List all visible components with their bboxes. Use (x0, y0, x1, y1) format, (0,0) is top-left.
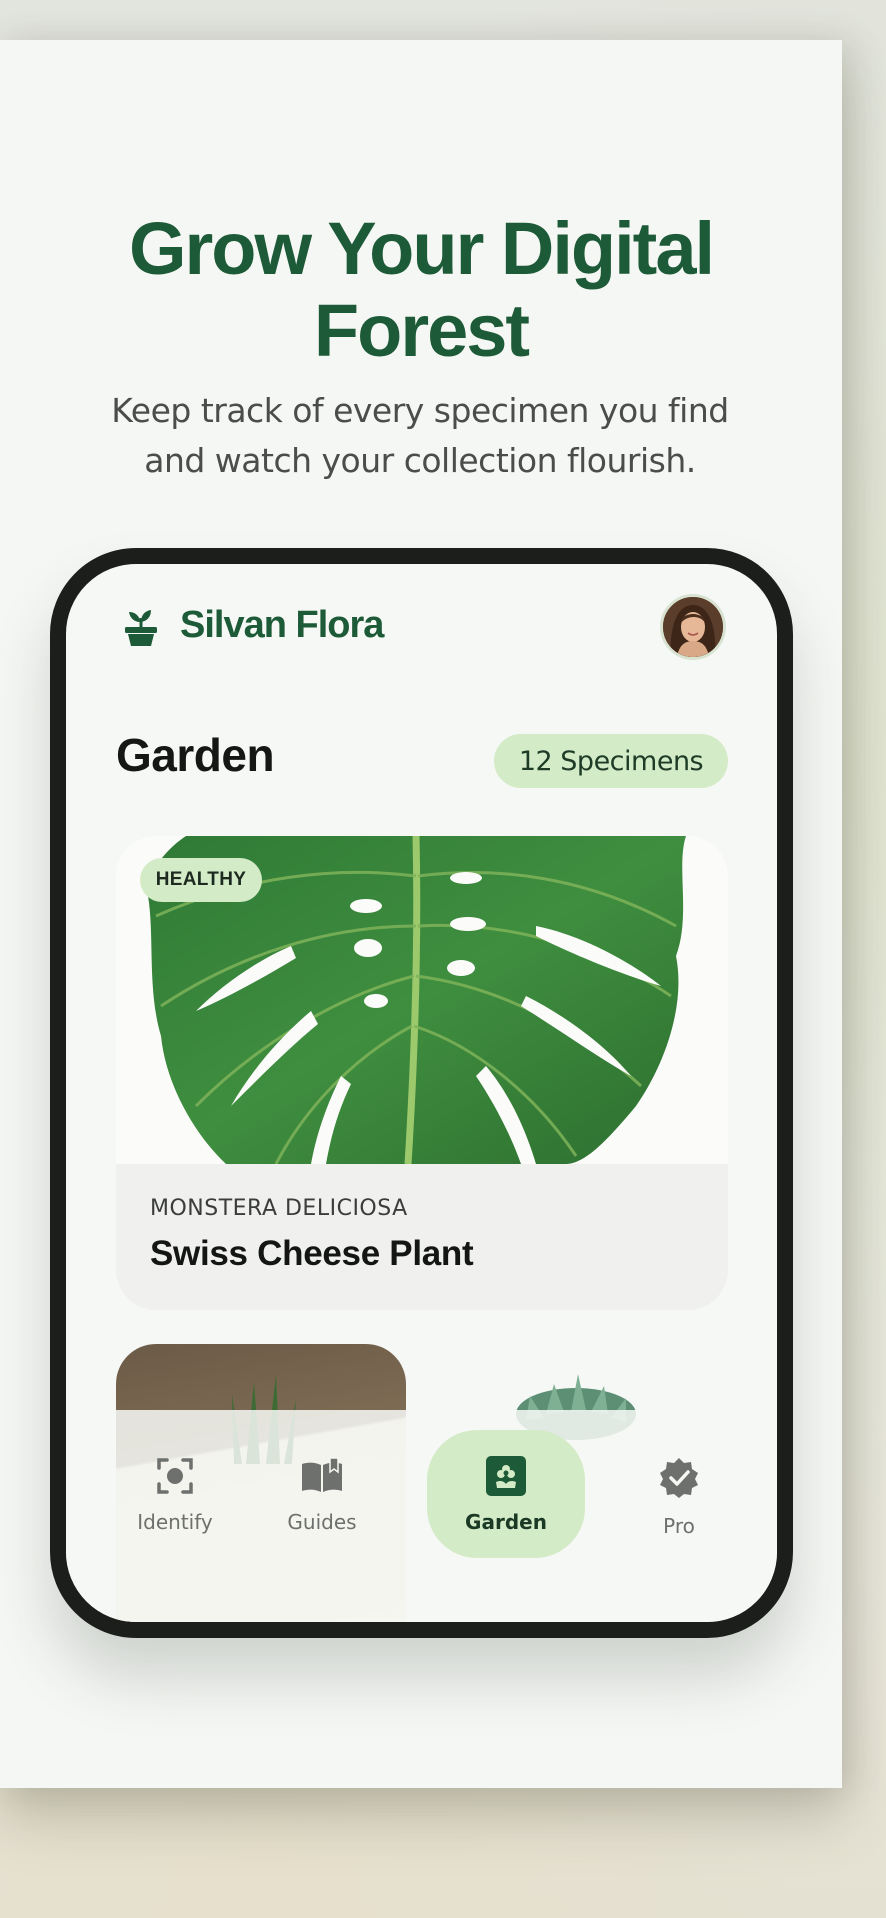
garden-icon (486, 1456, 526, 1496)
nav-label-identify: Identify (137, 1510, 213, 1534)
hero-subhead-line2: and watch your collection flourish. (144, 441, 696, 480)
nav-item-pro[interactable]: Pro (600, 1430, 758, 1558)
hero-subhead: Keep track of every specimen you find an… (70, 386, 770, 486)
potted-plant-icon (125, 610, 157, 646)
nav-item-identify[interactable]: Identify (96, 1430, 254, 1558)
nav-label-garden: Garden (465, 1510, 547, 1534)
health-status-badge: HEALTHY (140, 858, 262, 902)
hero-headline: Grow Your Digital Forest (0, 208, 842, 372)
user-avatar[interactable] (660, 594, 726, 660)
hero-headline-line1: Grow Your Digital (128, 207, 715, 290)
plant-image: HEALTHY (116, 836, 728, 1165)
plant-card-featured[interactable]: HEALTHY MONSTERA DELICIOSA Swiss Cheese … (116, 836, 728, 1310)
garden-section-title: Garden (116, 729, 275, 781)
book-icon (302, 1457, 342, 1492)
hero-headline-line2: Forest (313, 289, 530, 372)
nav-label-guides: Guides (287, 1510, 357, 1534)
nav-item-guides[interactable]: Guides (243, 1430, 401, 1558)
specimen-count-badge: 12 Specimens (494, 734, 728, 788)
promo-panel: Grow Your Digital Forest Keep track of e… (0, 40, 842, 1788)
avatar-image (663, 597, 723, 657)
plant-common-name: Swiss Cheese Plant (150, 1234, 474, 1273)
plant-scientific-name: MONSTERA DELICIOSA (150, 1196, 408, 1221)
brand-name: Silvan Flora (180, 604, 384, 646)
phone-mockup: Silvan Flora Garden 12 Specimens HEALTHY… (50, 548, 793, 1638)
nav-item-garden[interactable]: Garden (427, 1430, 585, 1558)
bottom-nav-bar: Identify Guides Garden Pro (66, 1410, 777, 1622)
nav-label-pro: Pro (663, 1514, 695, 1538)
scan-icon (157, 1458, 193, 1494)
hero-subhead-line1: Keep track of every specimen you find (111, 391, 729, 430)
verified-badge-icon (660, 1458, 698, 1498)
